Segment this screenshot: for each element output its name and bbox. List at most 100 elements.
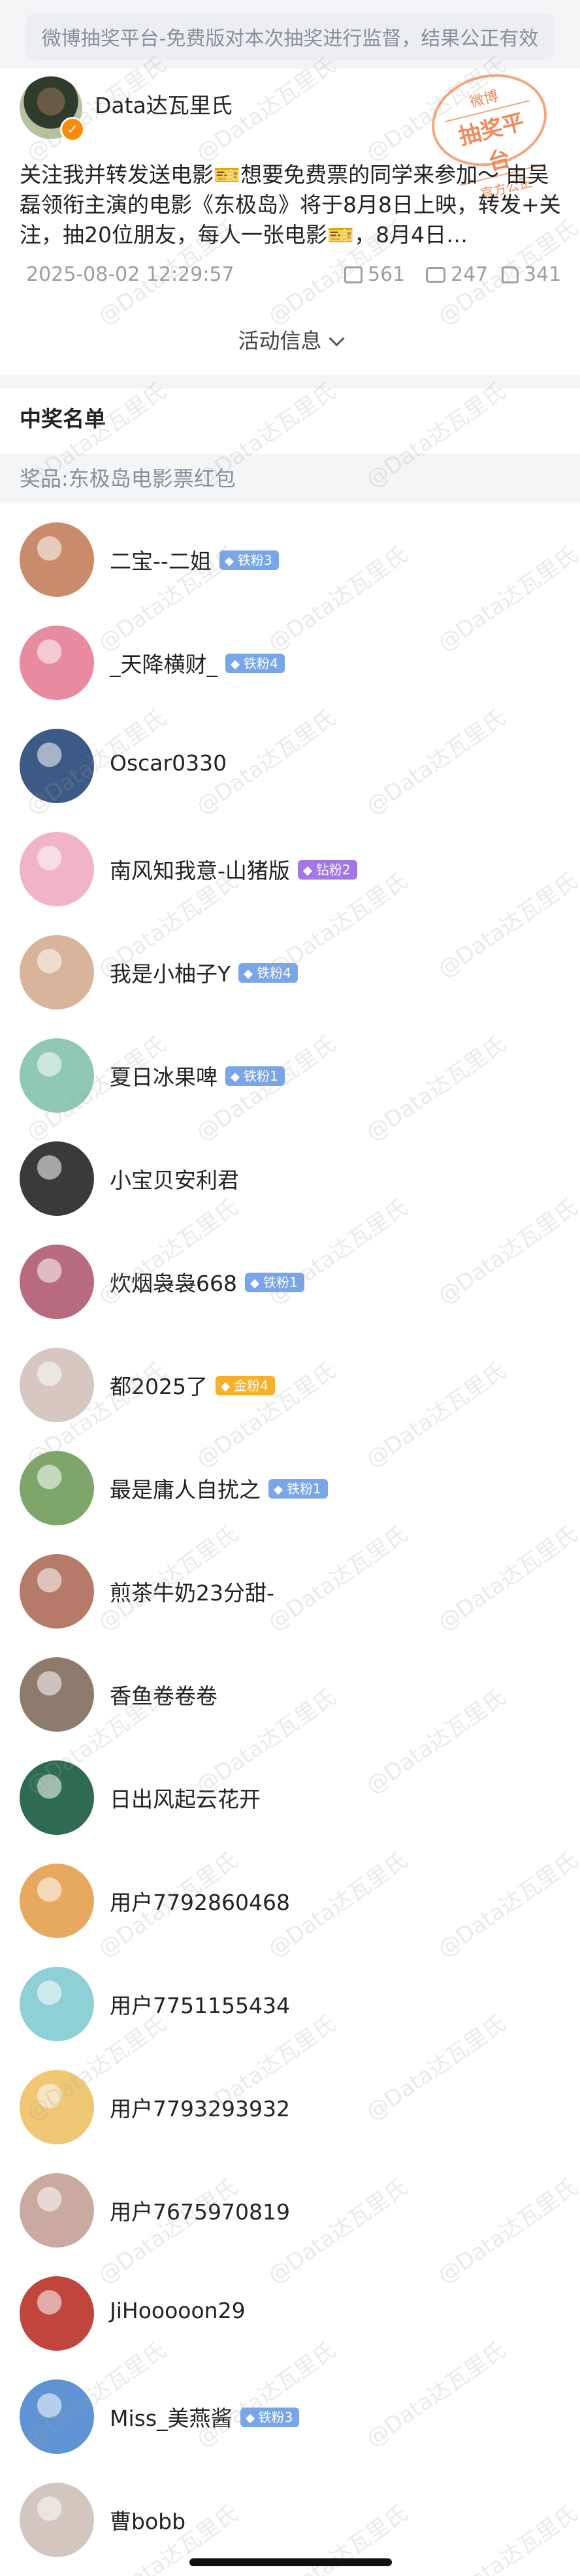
fan-badge-label: 金粉4 bbox=[233, 1377, 268, 1393]
winner-avatar[interactable] bbox=[20, 1864, 94, 1938]
winner-row[interactable]: 用户7792860468 bbox=[0, 1849, 580, 1952]
winner-avatar[interactable] bbox=[20, 626, 94, 700]
fan-badge: 金粉4 bbox=[215, 1375, 275, 1395]
winner-name[interactable]: 用户7751155434 bbox=[110, 1988, 290, 2020]
winner-name-text: 小宝贝安利君 bbox=[110, 1168, 239, 1193]
winner-name[interactable]: 小宝贝安利君 bbox=[110, 1163, 239, 1194]
fan-badge-label: 铁粉4 bbox=[257, 964, 291, 981]
fan-badge-label: 铁粉1 bbox=[244, 1068, 278, 1084]
winner-name[interactable]: 最是庸人自扰之 铁粉1 bbox=[110, 1472, 328, 1504]
home-indicator bbox=[189, 2558, 392, 2566]
winner-avatar[interactable] bbox=[20, 2276, 94, 2351]
winner-name[interactable]: JiHooooon29 bbox=[110, 2298, 246, 2323]
post-meta: 2025-08-02 12:29:57 561 247 341 bbox=[26, 263, 562, 292]
notice-text: 对本次抽奖进行监督，结果公正有效 bbox=[225, 27, 539, 50]
winner-name[interactable]: 二宝--二姐 铁粉3 bbox=[110, 544, 279, 575]
post-text[interactable]: 关注我并转发送电影🎫想要免费票的同学来参加～ 由吴磊领衔主演的电影《东极岛》将于… bbox=[20, 160, 562, 250]
winner-name[interactable]: 曹bobb bbox=[110, 2504, 185, 2536]
winner-name[interactable]: 用户7792860468 bbox=[110, 1885, 290, 1916]
winner-name[interactable]: 用户7675970819 bbox=[110, 2195, 290, 2226]
winner-avatar[interactable] bbox=[20, 729, 94, 803]
post-date: 2025-08-02 12:29:57 bbox=[26, 263, 234, 286]
winner-row[interactable]: 小宝贝安利君 bbox=[0, 1127, 580, 1230]
winner-name-text: 日出风起云花开 bbox=[110, 1787, 261, 1812]
winner-name[interactable]: _天降横财_ 铁粉4 bbox=[110, 647, 285, 678]
winner-row[interactable]: 煎茶牛奶23分甜- bbox=[0, 1540, 580, 1643]
winner-name[interactable]: 用户7793293932 bbox=[110, 2091, 290, 2123]
winner-name[interactable]: 炊烟袅袅668 铁粉1 bbox=[110, 1266, 304, 1297]
comment-button[interactable]: 247 bbox=[426, 263, 488, 286]
fan-badge: 铁粉3 bbox=[240, 2407, 300, 2427]
winner-row[interactable]: 我是小柚子Y 铁粉4 bbox=[0, 921, 580, 1024]
post-card: ✓ Data达瓦里氏 微博 抽奖平台 官方公正 关注我并转发送电影🎫想要免费票的… bbox=[0, 62, 580, 376]
winner-name-text: 用户7675970819 bbox=[110, 2199, 290, 2225]
fan-badge: 铁粉1 bbox=[268, 1478, 328, 1499]
winner-name[interactable]: 南风知我意-山猪版 钻粉2 bbox=[110, 853, 357, 885]
winner-row[interactable]: 用户7793293932 bbox=[0, 2056, 580, 2159]
winner-avatar[interactable] bbox=[20, 1141, 94, 1216]
winner-name-text: Oscar0330 bbox=[110, 750, 227, 776]
fan-badge: 钻粉2 bbox=[297, 859, 357, 880]
winner-name-text: JiHooooon29 bbox=[110, 2298, 246, 2323]
winner-name[interactable]: 都2025了 金粉4 bbox=[110, 1369, 275, 1401]
winner-avatar[interactable] bbox=[20, 1038, 94, 1113]
fan-badge-label: 铁粉3 bbox=[258, 2409, 293, 2425]
diamond-icon bbox=[250, 1279, 260, 1288]
winner-row[interactable]: Oscar0330 bbox=[0, 714, 580, 818]
winner-avatar[interactable] bbox=[20, 1245, 94, 1319]
winner-avatar[interactable] bbox=[20, 2070, 94, 2144]
winner-row[interactable]: 最是庸人自扰之 铁粉1 bbox=[0, 1437, 580, 1540]
verified-icon: ✓ bbox=[60, 117, 85, 142]
share-button[interactable]: 561 bbox=[344, 263, 405, 286]
winner-row[interactable]: 用户7675970819 bbox=[0, 2159, 580, 2262]
winner-avatar[interactable] bbox=[20, 2379, 94, 2454]
winner-name[interactable]: Oscar0330 bbox=[110, 750, 227, 776]
winner-row[interactable]: 炊烟袅袅668 铁粉1 bbox=[0, 1230, 580, 1333]
winner-row[interactable]: _天降横财_ 铁粉4 bbox=[0, 611, 580, 714]
like-button[interactable]: 341 bbox=[502, 263, 561, 286]
winner-name[interactable]: Miss_美燕酱 铁粉3 bbox=[110, 2401, 300, 2432]
winner-avatar[interactable] bbox=[20, 1967, 94, 2041]
winner-avatar[interactable] bbox=[20, 1348, 94, 1422]
fan-badge: 铁粉1 bbox=[245, 1272, 304, 1292]
winner-avatar[interactable] bbox=[20, 1451, 94, 1525]
winner-name-text: 香鱼卷卷卷 bbox=[110, 1683, 218, 1709]
diamond-icon bbox=[224, 556, 234, 566]
fan-badge-label: 铁粉1 bbox=[287, 1480, 321, 1497]
winner-name[interactable]: 夏日冰果啤 铁粉1 bbox=[110, 1060, 285, 1091]
winner-avatar[interactable] bbox=[20, 832, 94, 906]
winner-name[interactable]: 日出风起云花开 bbox=[110, 1782, 261, 1813]
winner-name[interactable]: 我是小柚子Y 铁粉4 bbox=[110, 957, 298, 988]
winner-avatar[interactable] bbox=[20, 935, 94, 1010]
winner-name[interactable]: 香鱼卷卷卷 bbox=[110, 1679, 218, 1710]
winner-avatar[interactable] bbox=[20, 1554, 94, 1629]
winner-row[interactable]: 日出风起云花开 bbox=[0, 1746, 580, 1849]
chevron-down-icon bbox=[328, 330, 345, 347]
winner-row[interactable]: 南风知我意-山猪版 钻粉2 bbox=[0, 818, 580, 921]
winner-name-text: 煎茶牛奶23分甜- bbox=[110, 1580, 274, 1606]
winner-avatar[interactable] bbox=[20, 1760, 94, 1835]
activity-info-toggle[interactable]: 活动信息 bbox=[0, 325, 580, 355]
fan-badge-label: 铁粉4 bbox=[244, 655, 278, 671]
winner-row[interactable]: 曹bobb bbox=[0, 2468, 580, 2571]
winner-avatar[interactable] bbox=[20, 522, 94, 597]
notice-platform: 微博抽奖平台-免费版 bbox=[41, 27, 225, 50]
share-icon bbox=[344, 266, 362, 283]
winner-row[interactable]: Miss_美燕酱 铁粉3 bbox=[0, 2365, 580, 2468]
winner-name-text: 用户7793293932 bbox=[110, 2096, 290, 2122]
winner-avatar[interactable] bbox=[20, 2483, 94, 2557]
diamond-icon bbox=[244, 969, 253, 979]
lottery-notice-bar: 微博抽奖平台-免费版 对本次抽奖进行监督，结果公正有效 bbox=[26, 13, 554, 60]
winner-row[interactable]: 夏日冰果啤 铁粉1 bbox=[0, 1024, 580, 1127]
winner-row[interactable]: 香鱼卷卷卷 bbox=[0, 1643, 580, 1746]
winner-row[interactable]: 用户7751155434 bbox=[0, 1952, 580, 2056]
winner-row[interactable]: JiHooooon29 bbox=[0, 2262, 580, 2365]
winner-row[interactable]: 二宝--二姐 铁粉3 bbox=[0, 508, 580, 611]
author-name[interactable]: Data达瓦里氏 bbox=[95, 88, 233, 119]
winner-row[interactable]: 都2025了 金粉4 bbox=[0, 1333, 580, 1437]
winner-name[interactable]: 煎茶牛奶23分甜- bbox=[110, 1576, 274, 1607]
winners-section: 中奖名单 奖品:东极岛电影票红包 二宝--二姐 铁粉3 _天降横财_ 铁粉4 Oscar… bbox=[0, 389, 580, 2576]
winner-avatar[interactable] bbox=[20, 2173, 94, 2248]
winner-name-text: 用户7792860468 bbox=[110, 1890, 290, 1915]
winner-avatar[interactable] bbox=[20, 1657, 94, 1732]
